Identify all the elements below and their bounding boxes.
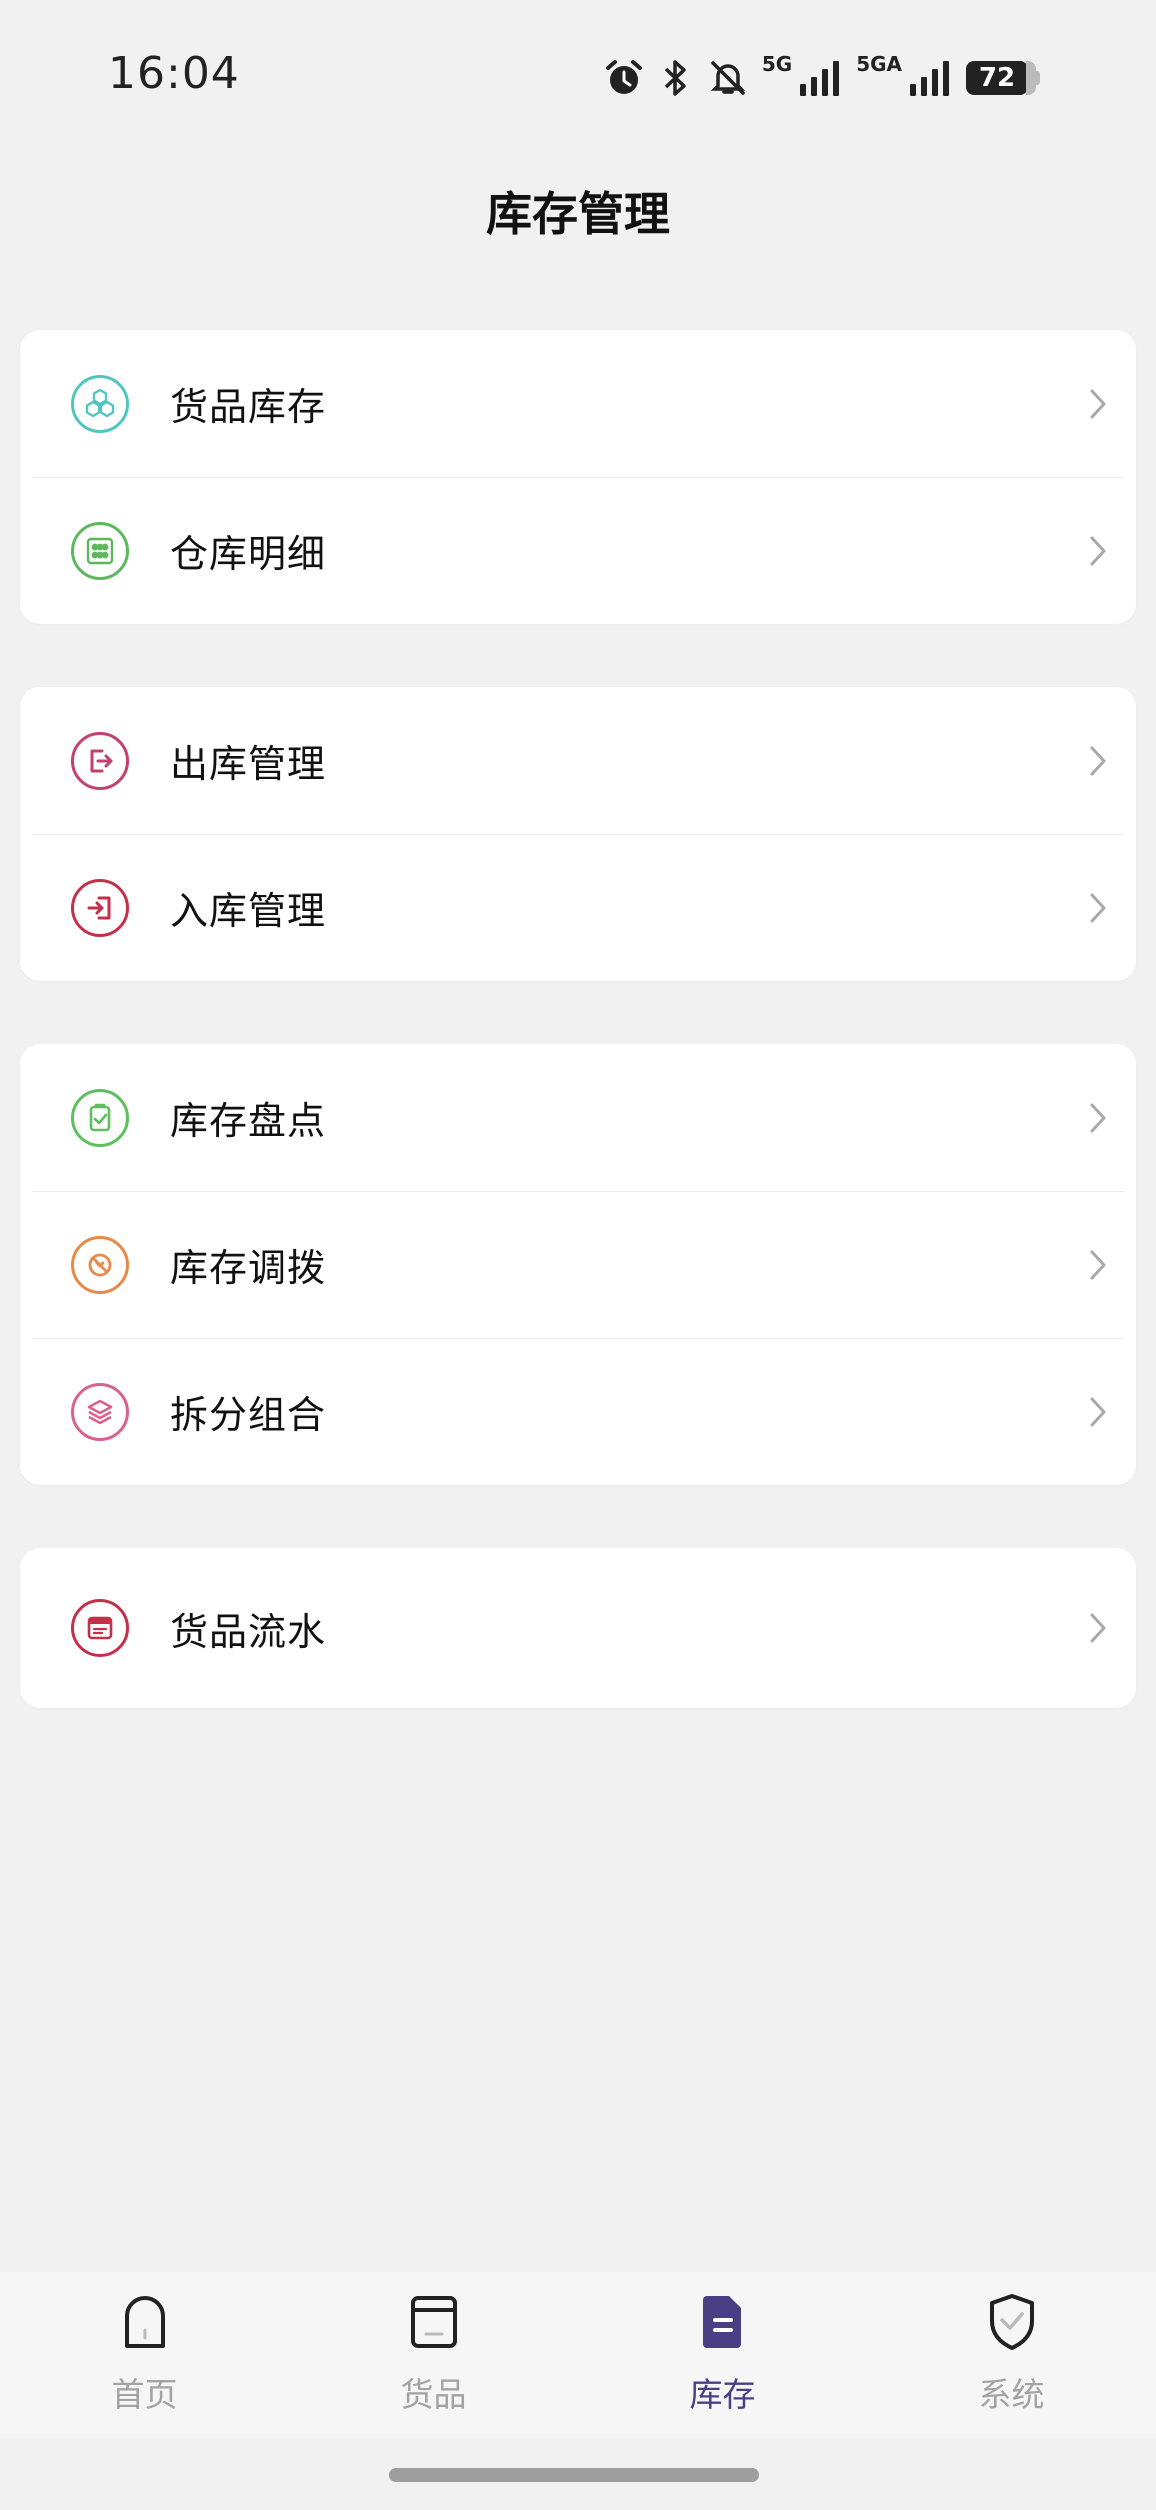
tab-system[interactable]: 系统 (867, 2272, 1156, 2438)
bottom-tab-bar: 首页 货品 库存 系统 (0, 2272, 1156, 2438)
menu-item-label: 出库管理 (170, 742, 327, 786)
tab-label: 库存 (689, 2375, 756, 2414)
battery-level: 72 (966, 61, 1028, 95)
menu-item-stock-out[interactable]: 出库管理 (20, 687, 1136, 834)
menu-item-stock-in[interactable]: 入库管理 (20, 834, 1136, 981)
ledger-icon (71, 1599, 129, 1657)
menu-group-3: 库存盘点 库存调拨 拆分组合 (20, 1044, 1136, 1485)
chevron-right-icon (1090, 893, 1106, 922)
chevron-right-icon (1090, 1250, 1106, 1279)
mute-bell-icon (710, 61, 746, 95)
chevron-right-icon (1090, 389, 1106, 418)
menu-item-goods-flow[interactable]: 货品流水 (20, 1548, 1136, 1708)
status-icons: 5G 5GA 72 (604, 50, 1040, 106)
page-title: 库存管理 (486, 187, 670, 241)
menu-group-4: 货品流水 (20, 1548, 1136, 1708)
tab-label: 首页 (111, 2375, 178, 2414)
chevron-right-icon (1090, 1103, 1106, 1132)
tab-home[interactable]: 首页 (0, 2272, 289, 2438)
inventory-icon (702, 2296, 741, 2348)
signal-icon-2 (910, 61, 949, 96)
network-5g-label: 5G (761, 52, 793, 76)
menu-item-label: 库存盘点 (170, 1099, 327, 1143)
menu-item-goods-stock[interactable]: 货品库存 (20, 330, 1136, 477)
tab-label: 系统 (978, 2375, 1045, 2414)
layers-icon (71, 1382, 129, 1441)
status-time: 16:04 (108, 48, 240, 99)
tab-label: 货品 (400, 2375, 467, 2414)
menu-group-1: 货品库存 仓库明细 (20, 330, 1136, 624)
tab-goods[interactable]: 货品 (289, 2272, 578, 2438)
menu-item-label: 拆分组合 (170, 1393, 327, 1437)
stock-out-icon (71, 731, 129, 790)
chevron-right-icon (1090, 746, 1106, 775)
network-5ga-label: 5GA (856, 52, 902, 76)
alarm-icon (605, 60, 642, 94)
chevron-right-icon (1090, 536, 1106, 565)
system-shield-icon (989, 2294, 1034, 2350)
menu-item-label: 库存调拨 (170, 1246, 327, 1290)
home-indicator[interactable] (389, 2468, 759, 2482)
goods-icon (410, 2296, 457, 2348)
menu-item-label: 仓库明细 (170, 532, 327, 576)
chevron-right-icon (1090, 1613, 1106, 1643)
tab-inventory[interactable]: 库存 (578, 2272, 867, 2438)
menu-group-2: 出库管理 入库管理 (20, 687, 1136, 981)
signal-icon (800, 61, 840, 96)
transfer-icon (71, 1235, 129, 1294)
clipboard-check-icon (71, 1088, 129, 1147)
warehouse-grid-icon (71, 521, 129, 580)
menu-item-warehouse-detail[interactable]: 仓库明细 (20, 477, 1136, 624)
home-icon (124, 2296, 165, 2348)
bluetooth-icon (664, 60, 686, 96)
stock-in-icon (71, 878, 129, 937)
status-bar: 16:04 5G 5GA 72 (0, 0, 1156, 140)
battery-icon: 72 (966, 61, 1040, 95)
menu-item-stock-transfer[interactable]: 库存调拨 (20, 1191, 1136, 1338)
menu-item-label: 货品流水 (170, 1609, 327, 1654)
boxes-icon (71, 374, 129, 433)
chevron-right-icon (1090, 1397, 1106, 1426)
menu-item-label: 货品库存 (170, 385, 327, 429)
menu-item-label: 入库管理 (170, 889, 327, 933)
menu-item-split-combine[interactable]: 拆分组合 (20, 1338, 1136, 1485)
menu-item-stocktaking[interactable]: 库存盘点 (20, 1044, 1136, 1191)
